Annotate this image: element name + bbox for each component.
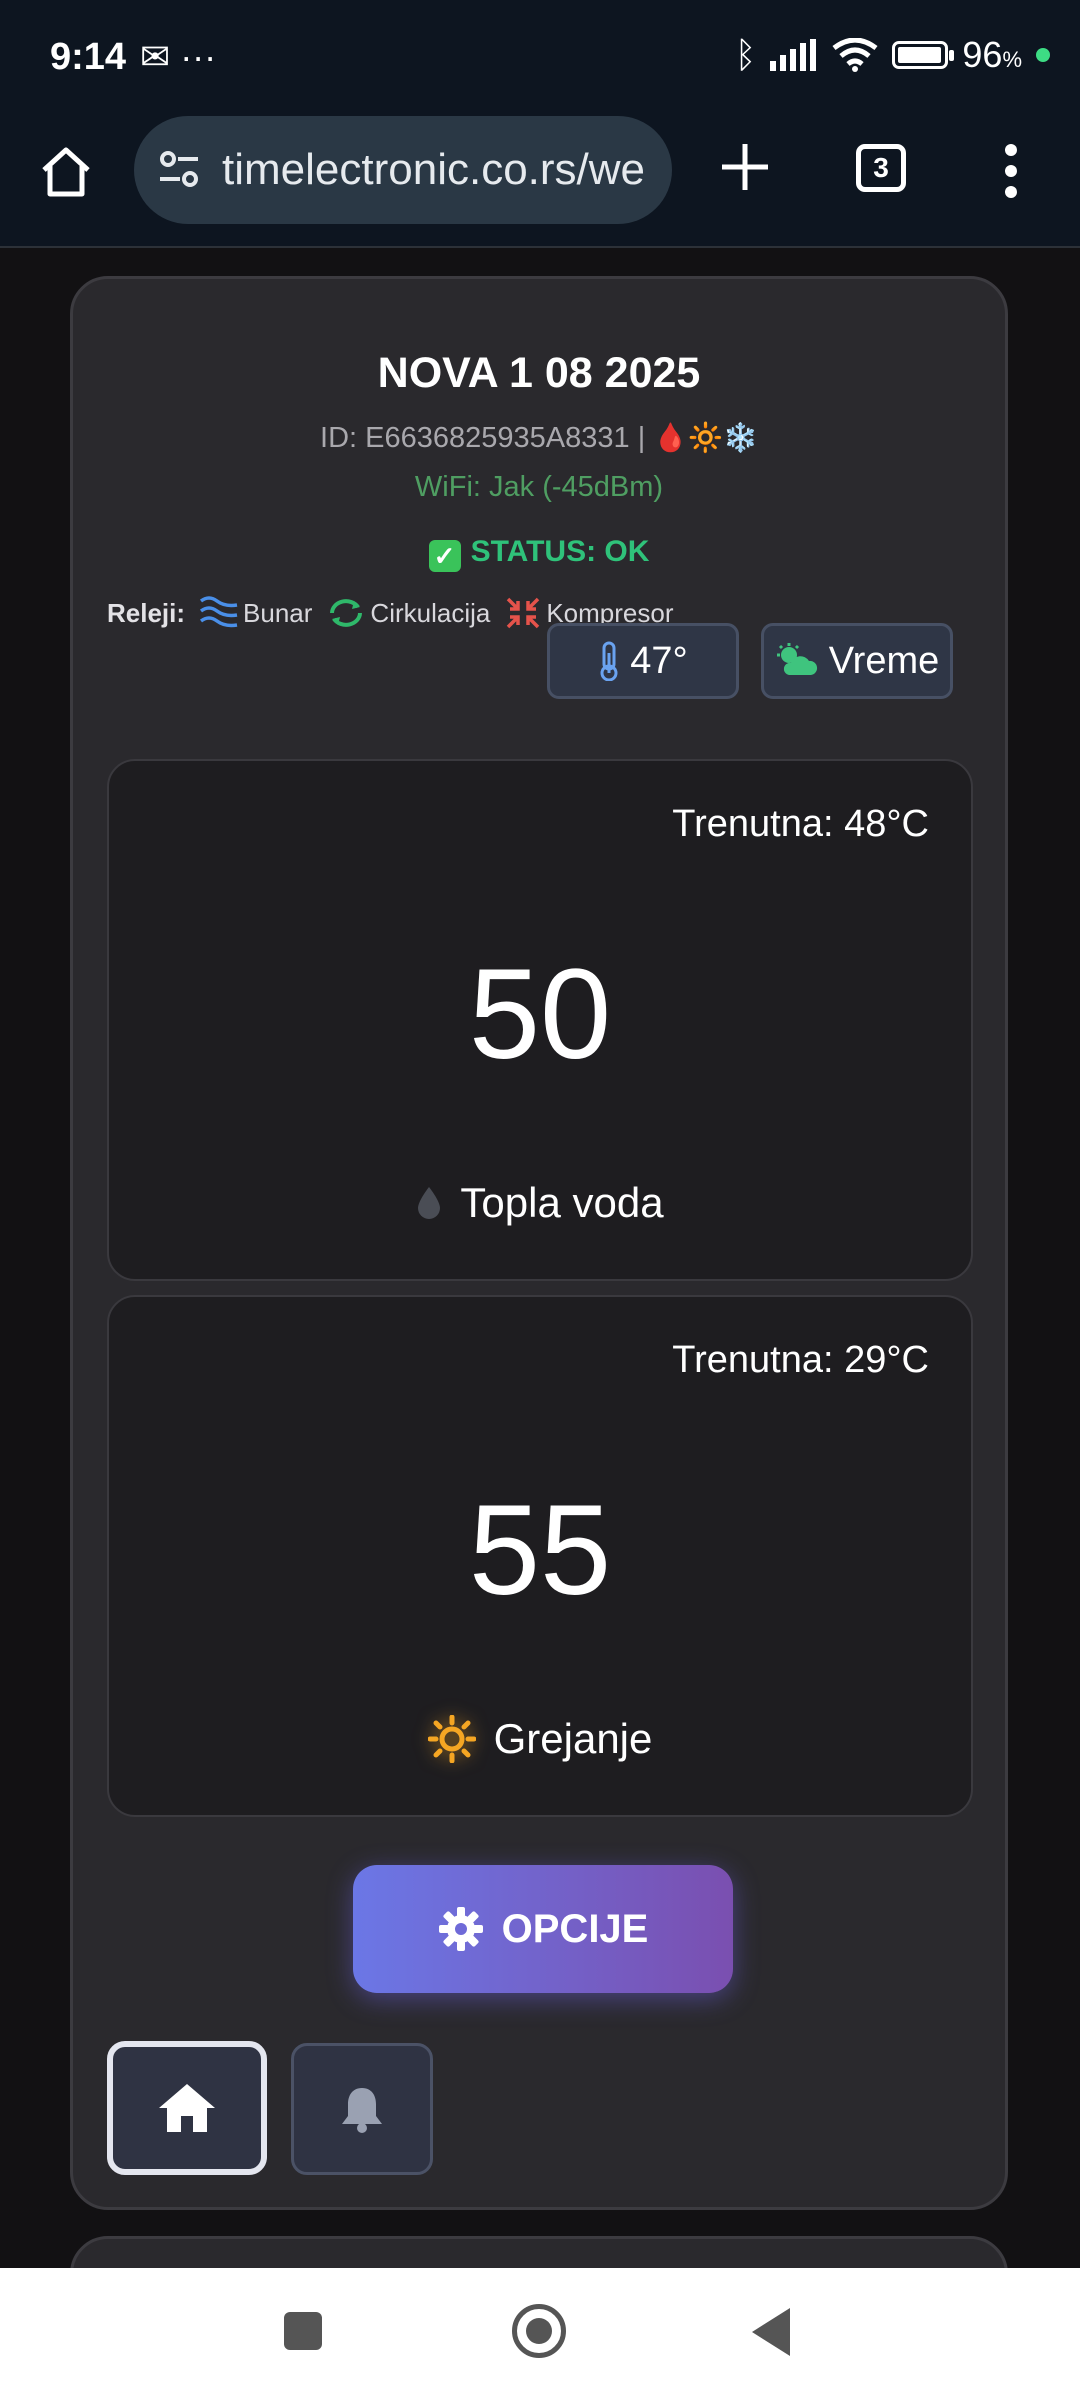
status-bar: 9:14 ✉ ··· ᛒ 96% (0, 0, 1080, 112)
more-dots-icon: ··· (180, 36, 217, 77)
options-button[interactable]: OPCIJE (353, 1865, 733, 1993)
temperature-button[interactable]: 47° (547, 623, 739, 699)
battery-percent: 96% (962, 34, 1022, 75)
water-drop-icon (418, 1187, 441, 1219)
mode-label: Topla voda (109, 1179, 971, 1227)
home-nav-icon[interactable] (512, 2304, 566, 2358)
hot-water-panel[interactable]: Trenutna: 48°C 50 Topla voda (107, 759, 973, 1281)
privacy-dot-icon (1036, 48, 1050, 62)
current-temperature: Trenutna: 48°C (672, 803, 929, 845)
sun-icon (427, 1715, 476, 1763)
tab-switcher-button[interactable]: 3 (856, 144, 906, 192)
sun-icon: 🔆 (688, 422, 724, 453)
browser-toolbar: timelectronic.co.rs/we 3 (0, 112, 1080, 248)
gmail-icon: ✉ (140, 36, 171, 77)
address-bar[interactable]: timelectronic.co.rs/we (134, 116, 672, 224)
heating-panel[interactable]: Trenutna: 29°C 55 Grejanje (107, 1295, 973, 1817)
waves-icon (199, 596, 238, 628)
thermometer-icon (600, 641, 618, 681)
new-tab-icon[interactable] (718, 140, 772, 194)
nav-notifications-button[interactable] (291, 2043, 433, 2175)
gear-icon (438, 1907, 483, 1951)
home-icon (159, 2084, 215, 2132)
page-content: NOVA 1 08 2025 ID: E6636825935A8331 | 🩸🔆… (0, 248, 1080, 2268)
wifi-icon (832, 38, 878, 72)
overflow-menu-icon[interactable] (1004, 144, 1018, 198)
blood-drop-icon: 🩸 (653, 422, 689, 453)
device-title: NOVA 1 08 2025 (377, 349, 701, 397)
mode-label: Grejanje (109, 1715, 971, 1763)
battery-icon (892, 41, 955, 69)
setpoint-value: 50 (468, 943, 612, 1086)
status-right: ᛒ 96% (735, 34, 1050, 76)
signal-icon (770, 39, 817, 71)
status-left-icons: ✉ ··· (140, 36, 216, 78)
url-text: timelectronic.co.rs/we (222, 145, 646, 194)
nav-home-button[interactable] (107, 2041, 267, 2175)
relays-label: Releji: (107, 597, 186, 628)
bell-icon (342, 2088, 382, 2133)
compress-icon (507, 597, 540, 629)
system-navigation-bar (0, 2268, 1080, 2400)
setpoint-value: 55 (468, 1479, 612, 1622)
site-settings-icon[interactable] (156, 147, 202, 193)
device-card: NOVA 1 08 2025 ID: E6636825935A8331 | 🩸🔆… (70, 276, 1008, 2210)
home-icon[interactable] (36, 142, 96, 202)
current-temperature: Trenutna: 29°C (672, 1339, 929, 1381)
back-icon[interactable] (752, 2308, 790, 2356)
snowflake-icon: ❄️ (723, 422, 758, 453)
recents-icon[interactable] (284, 2312, 322, 2350)
cloud-sun-icon (776, 643, 817, 675)
status-badge: ✓ STATUS: OK (73, 535, 1005, 572)
next-card (70, 2236, 1008, 2268)
relay-cirkulacija: Cirkulacija (326, 595, 490, 631)
device-id: ID: E6636825935A8331 | 🩸🔆❄️ (320, 422, 758, 454)
status-time: 9:14 (50, 36, 127, 78)
weather-button[interactable]: Vreme (761, 623, 953, 699)
check-icon: ✓ (428, 540, 461, 572)
wifi-strength: WiFi: Jak (-45dBm) (414, 471, 664, 503)
recycle-icon (330, 599, 363, 627)
relay-bunar: Bunar (199, 595, 312, 631)
bluetooth-icon: ᛒ (734, 34, 757, 75)
